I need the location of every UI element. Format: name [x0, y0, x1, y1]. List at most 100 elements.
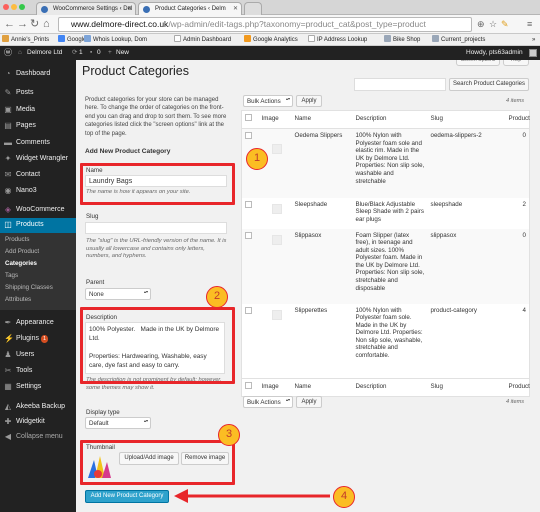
sidebar-item-plugins[interactable]: ⚡ Plugins 1 [0, 332, 76, 346]
bookmark-item[interactable]: Whois Lookup, Dom [84, 34, 147, 46]
forward-icon[interactable]: → [17, 18, 28, 31]
new-tab-button[interactable] [244, 2, 262, 15]
bookmarks-overflow-icon[interactable]: » [532, 34, 535, 46]
bookmark-item[interactable]: Admin Dashboard [174, 34, 231, 46]
row-count[interactable]: 2 [506, 198, 530, 229]
search-input[interactable] [354, 78, 446, 91]
column-header-name[interactable]: Name [291, 110, 353, 129]
row-checkbox-cell[interactable] [242, 304, 259, 379]
submenu-item-attributes[interactable]: Attributes [0, 294, 76, 305]
select-all-cell[interactable] [241, 378, 259, 397]
screen-options-tab[interactable]: Screen Options [456, 60, 500, 66]
extension-icon[interactable]: ✎ [501, 18, 509, 31]
sidebar-item-widget-wrangler[interactable]: ✦ Widget Wrangler [0, 152, 76, 166]
bulk-actions-select-top[interactable]: Bulk Actions [243, 95, 293, 107]
sidebar-item-contact[interactable]: ✉ Contact [0, 168, 76, 182]
row-checkbox-cell[interactable] [242, 198, 259, 229]
row-count[interactable]: 4 [506, 304, 530, 379]
bookmark-item[interactable]: IP Address Lookup [308, 34, 367, 46]
add-new-product-category-button[interactable]: Add New Product Category [85, 490, 169, 503]
new-content-link[interactable]: New [116, 46, 129, 60]
select-all-checkbox[interactable] [245, 382, 252, 389]
home-icon[interactable]: ⌂ [43, 18, 50, 31]
submenu-item-products[interactable]: Products [0, 234, 76, 245]
submenu-item-add-product[interactable]: Add Product [0, 246, 76, 257]
comment-icon[interactable]: ▪ [90, 46, 92, 60]
sidebar-item-products[interactable]: ◫ Products [0, 218, 76, 233]
apply-button-top[interactable]: Apply [296, 95, 322, 107]
bookmark-item[interactable]: Google Analytics [244, 34, 298, 46]
sidebar-item-comments[interactable]: ▬ Comments [0, 136, 76, 150]
comments-count[interactable]: 0 [97, 46, 101, 60]
table-row[interactable]: Slippasox Foam Slipper (latex free), in … [241, 228, 530, 304]
updates-icon[interactable]: ⟳ [72, 46, 77, 60]
parent-select[interactable]: None [85, 288, 151, 300]
row-checkbox[interactable] [245, 231, 252, 239]
row-name[interactable]: Sleepshade [292, 198, 353, 229]
bookmark-item[interactable]: Google [58, 34, 86, 46]
column-footer-product[interactable]: Product [505, 378, 530, 397]
column-header-slug[interactable]: Slug [427, 110, 506, 129]
select-all-cell[interactable] [241, 110, 259, 129]
column-footer-name[interactable]: Name [291, 378, 353, 397]
window-controls[interactable] [3, 4, 25, 11]
close-tab-icon[interactable]: ✕ [233, 3, 238, 15]
row-count[interactable]: 0 [505, 228, 530, 304]
column-header-product[interactable]: Product [505, 110, 530, 129]
table-row[interactable]: Slipperettes 100% Nylon with Polyester f… [242, 304, 530, 379]
table-row[interactable]: Oedema Slippers 100% Nylon with Polyeste… [241, 128, 530, 198]
row-count[interactable]: 0 [505, 128, 530, 198]
sidebar-item-settings[interactable]: ▦ Settings [0, 380, 76, 394]
bulk-actions-select-bottom[interactable]: Bulk Actions [243, 396, 293, 408]
sidebar-item-woocommerce[interactable]: ◈ WooCommerce [0, 203, 76, 217]
submenu-item-shipping-classes[interactable]: Shipping Classes [0, 282, 76, 293]
sidebar-item-akeeba-backup[interactable]: ◭ Akeeba Backup [0, 400, 76, 414]
bookmark-star-icon[interactable]: ☆ [489, 18, 497, 31]
zoom-icon[interactable]: ⊕ [477, 18, 485, 31]
updates-count[interactable]: 1 [79, 46, 83, 60]
column-footer-slug[interactable]: Slug [427, 378, 506, 397]
slug-field[interactable] [85, 222, 227, 234]
select-all-checkbox[interactable] [245, 114, 252, 121]
sidebar-item-tools[interactable]: ✂ Tools [0, 364, 76, 378]
submenu-item-categories[interactable]: Categories [0, 258, 76, 269]
row-name[interactable]: Oedema Slippers [291, 128, 353, 198]
table-row[interactable]: Sleepshade Blue/Black Adjustable Sleep S… [242, 198, 530, 229]
sidebar-item-pages[interactable]: ▤ Pages [0, 119, 76, 133]
column-header-description[interactable]: Description [352, 110, 428, 129]
menu-icon[interactable]: ≡ [527, 18, 532, 31]
row-name[interactable]: Slippasox [291, 228, 353, 304]
display-type-select[interactable]: Default [85, 417, 151, 429]
row-checkbox-cell[interactable] [241, 228, 259, 304]
close-tab-icon[interactable]: ✕ [127, 3, 132, 15]
submenu-item-tags[interactable]: Tags [0, 270, 76, 281]
sidebar-item-widgetkit[interactable]: ✚ Widgetkit [0, 415, 76, 429]
bookmark-item[interactable]: Current_projects [432, 34, 485, 46]
help-tab[interactable]: Help [503, 60, 529, 66]
site-name-link[interactable]: Delmore Ltd [27, 46, 62, 60]
browser-tab-active[interactable]: Product Categories ‹ Delm ✕ [138, 2, 242, 15]
sidebar-item-dashboard[interactable]: ◔ Dashboard [0, 67, 76, 81]
bookmark-item[interactable]: Bike Shop [384, 34, 420, 46]
browser-tab[interactable]: WooCommerce Settings ‹ Del ✕ [36, 2, 136, 15]
row-checkbox[interactable] [245, 200, 252, 208]
reload-icon[interactable]: ↻ [30, 18, 39, 31]
apply-button-bottom[interactable]: Apply [296, 396, 322, 408]
row-checkbox[interactable] [245, 306, 252, 314]
sidebar-item-users[interactable]: ♟ Users [0, 348, 76, 362]
search-product-categories-button[interactable]: Search Product Categories [449, 78, 529, 91]
row-checkbox[interactable] [245, 132, 252, 139]
howdy-user-link[interactable]: Howdy, pts63admin [466, 46, 523, 60]
wordpress-logo-icon[interactable]: ⓦ [4, 46, 12, 60]
sidebar-item-posts[interactable]: ✎ Posts [0, 86, 76, 100]
bookmark-item[interactable]: Annie's_Prints [2, 34, 49, 46]
sidebar-item-nano3[interactable]: ◉ Nano3 [0, 184, 76, 198]
address-bar[interactable]: www.delmore-direct.co.uk/wp-admin/edit-t… [58, 17, 472, 32]
column-footer-description[interactable]: Description [352, 378, 428, 397]
sidebar-item-appearance[interactable]: ✒ Appearance [0, 316, 76, 330]
collapse-menu-button[interactable]: ◀ Collapse menu [0, 430, 76, 444]
back-icon[interactable]: ← [4, 18, 15, 31]
sidebar-item-media[interactable]: ▣ Media [0, 103, 76, 117]
avatar[interactable] [529, 49, 537, 57]
row-name[interactable]: Slipperettes [292, 304, 353, 379]
